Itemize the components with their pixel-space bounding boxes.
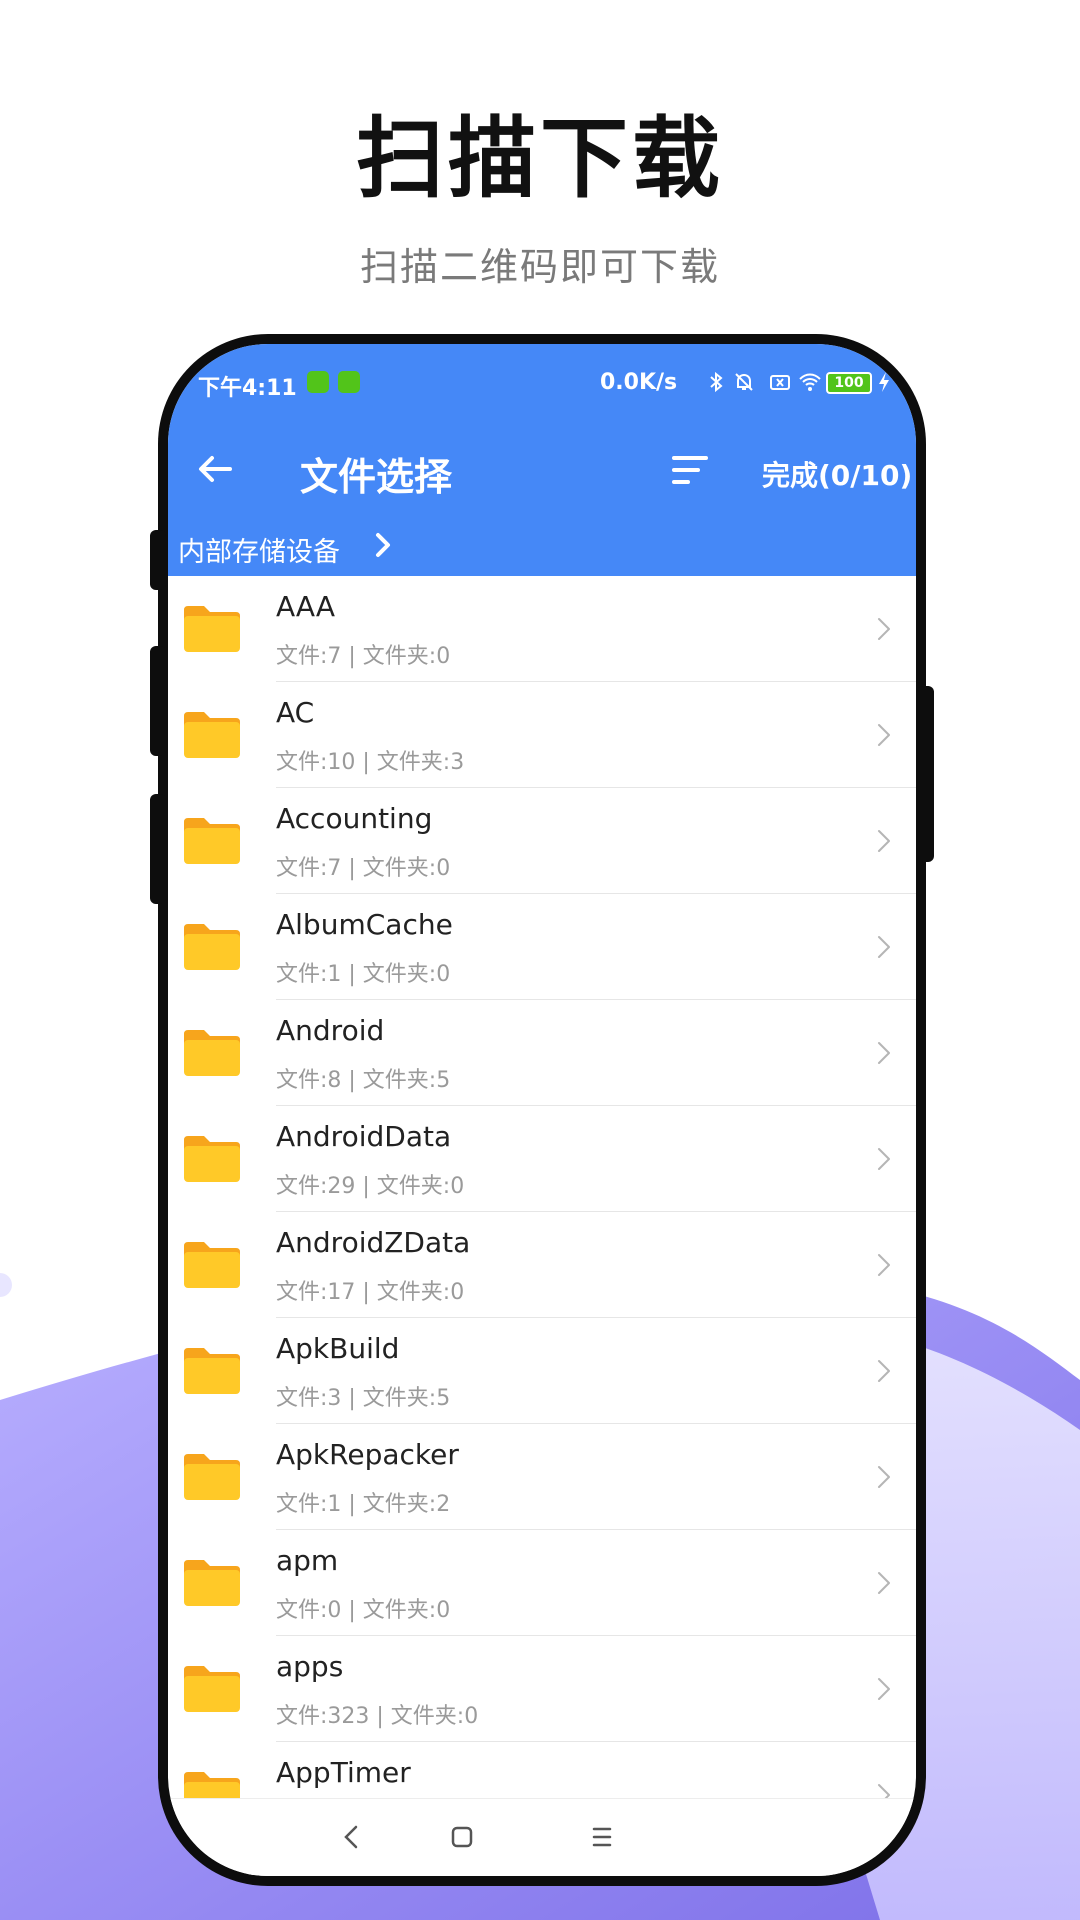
folder-icon: [184, 818, 240, 864]
folder-icon: [184, 712, 240, 758]
battery-icon: 100: [826, 372, 872, 394]
folder-name: AC: [276, 696, 315, 729]
phone-side-button: [918, 686, 934, 862]
folder-meta: 文件:3 | 文件夹:5: [276, 1386, 451, 1411]
back-arrow-icon[interactable]: [190, 444, 240, 494]
folder-icon: [184, 1454, 240, 1500]
folder-row[interactable]: apps 文件:323 | 文件夹:0: [168, 1636, 916, 1742]
chevron-right-icon: [878, 1148, 890, 1170]
chevron-right-icon: [878, 1784, 890, 1798]
chevron-right-icon: [878, 1254, 890, 1276]
phone-frame: 下午4:11 0.0K/s 100 文件选择 完成(0/10) 内部存储设备 A…: [150, 334, 934, 1886]
folder-name: AndroidZData: [276, 1226, 471, 1259]
folder-icon: [184, 1348, 240, 1394]
chevron-right-icon: [878, 936, 890, 958]
folder-name: apps: [276, 1650, 344, 1683]
folder-row[interactable]: AlbumCache 文件:1 | 文件夹:0: [168, 894, 916, 1000]
folder-row[interactable]: ApkBuild 文件:3 | 文件夹:5: [168, 1318, 916, 1424]
folder-meta: 文件:7 | 文件夹:0: [276, 644, 451, 669]
folder-icon: [184, 606, 240, 652]
folder-meta: 文件:10 | 文件夹:3: [276, 750, 465, 775]
folder-row[interactable]: AppTimer: [168, 1742, 916, 1798]
folder-icon: [184, 1030, 240, 1076]
chevron-right-icon: [878, 1360, 890, 1382]
folder-icon: [184, 1242, 240, 1288]
folder-meta: 文件:1 | 文件夹:0: [276, 962, 451, 987]
folder-row[interactable]: apm 文件:0 | 文件夹:0: [168, 1530, 916, 1636]
chevron-right-icon: [878, 1678, 890, 1700]
notification-app-icon: [307, 371, 329, 393]
folder-row[interactable]: ApkRepacker 文件:1 | 文件夹:2: [168, 1424, 916, 1530]
folder-name: AlbumCache: [276, 908, 453, 941]
folder-icon: [184, 924, 240, 970]
mute-bell-icon: [735, 373, 753, 391]
chevron-right-icon: [878, 1572, 890, 1594]
headline: 扫描下载: [355, 107, 724, 210]
no-sim-icon: [770, 375, 790, 390]
folder-icon: [184, 1666, 240, 1712]
nav-back-icon[interactable]: [332, 1817, 372, 1857]
folder-meta: 文件:1 | 文件夹:2: [276, 1492, 451, 1517]
subline: 扫描二维码即可下载: [359, 245, 720, 289]
toolbar-title: 文件选择: [300, 455, 453, 499]
toolbar: 文件选择 完成(0/10): [168, 416, 916, 526]
phone-side-button: [150, 530, 166, 590]
charging-icon: [879, 372, 889, 392]
wifi-icon: [799, 373, 821, 391]
folder-name: AppTimer: [276, 1756, 411, 1789]
sort-icon[interactable]: [666, 446, 714, 494]
breadcrumb[interactable]: 内部存储设备: [168, 526, 916, 576]
folder-name: AAA: [276, 590, 336, 623]
folder-name: Android: [276, 1014, 385, 1047]
folder-meta: 文件:8 | 文件夹:5: [276, 1068, 451, 1093]
folder-icon: [184, 1136, 240, 1182]
folder-icon: [184, 1772, 240, 1798]
breadcrumb-label: 内部存储设备: [178, 537, 340, 568]
chevron-right-icon: [878, 724, 890, 746]
folder-icon: [184, 1560, 240, 1606]
chevron-right-icon: [878, 830, 890, 852]
status-bar: 下午4:11 0.0K/s 100: [168, 344, 916, 416]
folder-meta: 文件:0 | 文件夹:0: [276, 1598, 451, 1623]
folder-row[interactable]: AC 文件:10 | 文件夹:3: [168, 682, 916, 788]
nav-home-icon[interactable]: [442, 1817, 482, 1857]
folder-name: ApkBuild: [276, 1332, 400, 1365]
chevron-right-icon: [878, 618, 890, 640]
folder-meta: 文件:323 | 文件夹:0: [276, 1704, 479, 1729]
folder-row[interactable]: AndroidZData 文件:17 | 文件夹:0: [168, 1212, 916, 1318]
done-button[interactable]: 完成(0/10): [762, 454, 912, 494]
folder-row[interactable]: Android 文件:8 | 文件夹:5: [168, 1000, 916, 1106]
system-nav-bar: [168, 1798, 916, 1876]
status-net-speed: 0.0K/s: [600, 370, 678, 395]
folder-name: Accounting: [276, 802, 433, 835]
folder-meta: 文件:29 | 文件夹:0: [276, 1174, 465, 1199]
folder-row[interactable]: AndroidData 文件:29 | 文件夹:0: [168, 1106, 916, 1212]
chevron-right-icon: [376, 533, 390, 557]
folder-row[interactable]: AAA 文件:7 | 文件夹:0: [168, 576, 916, 682]
folder-name: ApkRepacker: [276, 1438, 459, 1471]
app-header: 下午4:11 0.0K/s 100 文件选择 完成(0/10) 内部存储设备: [168, 344, 916, 576]
notification-app-icon: [338, 371, 360, 393]
folder-name: AndroidData: [276, 1120, 452, 1153]
folder-list: AAA 文件:7 | 文件夹:0 AC 文件:10 | 文件夹:3 Accounting…: [168, 576, 916, 1798]
phone-screen: 下午4:11 0.0K/s 100 文件选择 完成(0/10) 内部存储设备 A…: [168, 344, 916, 1876]
chevron-right-icon: [878, 1042, 890, 1064]
folder-meta: 文件:7 | 文件夹:0: [276, 856, 451, 881]
folder-name: apm: [276, 1544, 339, 1577]
chevron-right-icon: [878, 1466, 890, 1488]
folder-meta: 文件:17 | 文件夹:0: [276, 1280, 465, 1305]
nav-menu-icon[interactable]: [582, 1817, 622, 1857]
bluetooth-icon: [710, 371, 723, 393]
phone-side-button: [150, 646, 166, 756]
folder-row[interactable]: Accounting 文件:7 | 文件夹:0: [168, 788, 916, 894]
status-time: 下午4:11: [198, 376, 297, 401]
phone-side-button: [150, 794, 166, 904]
